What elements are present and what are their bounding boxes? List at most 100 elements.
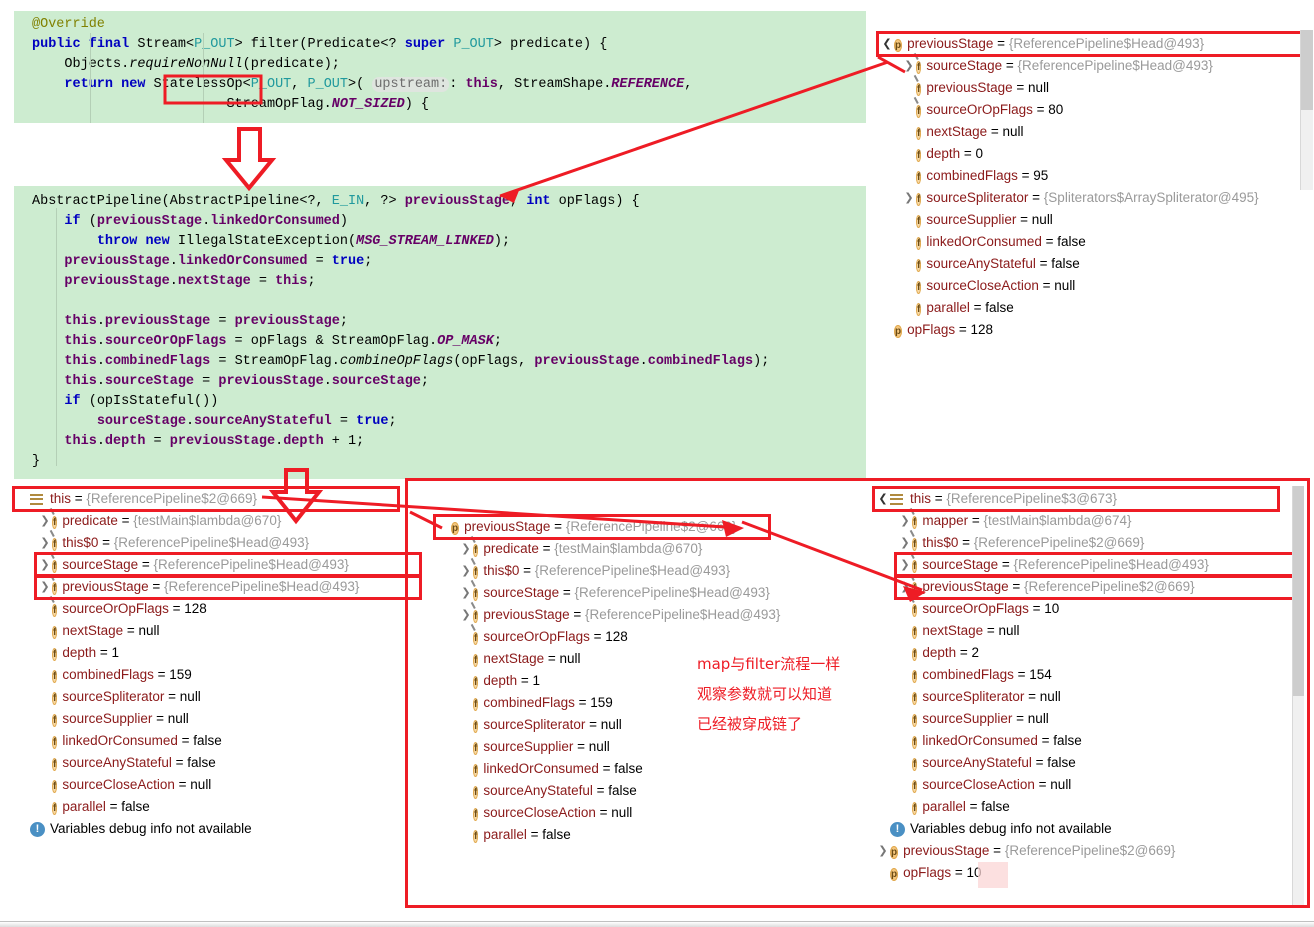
equals-sign: = bbox=[955, 322, 971, 337]
variable-row[interactable]: ❯ f sourceStage = {ReferencePipeline$Head@… bbox=[876, 550, 1276, 576]
variable-row[interactable]: this = {ReferencePipeline$2@669} bbox=[16, 488, 396, 510]
variable-row[interactable]: ❯ f predicate = {testMain$lambda@670} bbox=[437, 534, 767, 560]
variable-row[interactable]: f parallel = false bbox=[880, 297, 1305, 319]
variable-row[interactable]: f linkedOrConsumed = false bbox=[876, 730, 1276, 752]
variable-row[interactable]: f sourceSpliterator = null bbox=[16, 686, 396, 708]
variable-row[interactable]: ❯ f predicate = {testMain$lambda@670} bbox=[16, 506, 396, 532]
variable-value: {testMain$lambda@674} bbox=[983, 513, 1132, 528]
variable-row[interactable]: ❮ p previousStage = {ReferencePipeline$Hea… bbox=[880, 33, 1305, 55]
variable-name: combinedFlags bbox=[62, 667, 154, 682]
chevron-right-icon[interactable]: ❯ bbox=[876, 840, 890, 862]
chevron-right-icon[interactable]: ❯ bbox=[898, 510, 912, 532]
chevron-right-icon[interactable]: ❯ bbox=[902, 187, 916, 209]
variable-name: parallel bbox=[922, 799, 966, 814]
variable-row[interactable]: f sourceSupplier = null bbox=[876, 708, 1276, 730]
variable-row[interactable]: f sourceSupplier = null bbox=[437, 736, 767, 758]
variable-row[interactable]: f linkedOrConsumed = false bbox=[880, 231, 1305, 253]
chevron-right-icon[interactable]: ❯ bbox=[38, 510, 52, 532]
chevron-right-icon[interactable]: ❯ bbox=[898, 554, 912, 576]
variable-row[interactable]: ❯ f previousStage = {ReferencePipeline$Hea… bbox=[437, 600, 780, 626]
variable-row[interactable]: ❯ f sourceStage = {ReferencePipeline$Head@… bbox=[437, 578, 770, 604]
variable-row[interactable]: ❯ f this$0 = {ReferencePipeline$Head@493} bbox=[16, 528, 396, 554]
variable-row[interactable]: f sourceAnyStateful = false bbox=[437, 780, 767, 802]
variable-row[interactable]: p opFlags = 10 bbox=[876, 862, 1276, 884]
variable-row[interactable]: f combinedFlags = 154 bbox=[876, 664, 1276, 686]
chevron-down-icon[interactable]: ❮ bbox=[880, 33, 894, 55]
field-icon: f bbox=[916, 281, 922, 294]
variable-row[interactable]: f sourceCloseAction = null bbox=[880, 275, 1305, 297]
scrollbar-top-right[interactable] bbox=[1300, 30, 1313, 190]
field-icon: f bbox=[916, 237, 922, 250]
chevron-right-icon[interactable]: ❯ bbox=[459, 560, 473, 582]
equals-sign: = bbox=[1012, 80, 1029, 95]
variable-row[interactable]: ❮ this = {ReferencePipeline$3@673} bbox=[876, 488, 1276, 510]
variable-row[interactable]: p previousStage = {ReferencePipeline$2@66… bbox=[437, 516, 767, 538]
variable-row[interactable]: f parallel = false bbox=[16, 796, 396, 818]
debugger-variables-top-right[interactable]: ❮ p previousStage = {ReferencePipeline$Hea… bbox=[876, 31, 1309, 341]
variable-row[interactable]: f linkedOrConsumed = false bbox=[437, 758, 767, 780]
variable-name: previousStage bbox=[903, 843, 990, 858]
variable-row[interactable]: ❯ f this$0 = {ReferencePipeline$Head@493} bbox=[437, 556, 767, 582]
chevron-right-icon[interactable]: ❯ bbox=[902, 55, 916, 77]
variable-row[interactable]: f nextStage = null bbox=[876, 620, 1276, 642]
chevron-right-icon[interactable]: ❯ bbox=[38, 576, 52, 598]
variable-row[interactable]: ! Variables debug info not available bbox=[16, 818, 396, 840]
variable-row[interactable]: f combinedFlags = 159 bbox=[16, 664, 396, 686]
chevron-down-icon[interactable]: ❮ bbox=[876, 488, 890, 510]
chevron-right-icon[interactable]: ❯ bbox=[459, 538, 473, 560]
debugger-variables-bottom-left[interactable]: this = {ReferencePipeline$2@669} ❯ f predic… bbox=[12, 486, 422, 840]
parameter-icon: p bbox=[894, 39, 903, 52]
variable-value: 154 bbox=[1029, 667, 1052, 682]
variable-row[interactable]: f sourceOrOpFlags = 128 bbox=[16, 594, 396, 620]
variable-row[interactable]: f parallel = false bbox=[876, 796, 1276, 818]
variable-value: false bbox=[1053, 733, 1082, 748]
chevron-right-icon[interactable]: ❯ bbox=[38, 532, 52, 554]
variable-row[interactable]: f sourceCloseAction = null bbox=[437, 802, 767, 824]
scrollbar-thumb[interactable] bbox=[1293, 486, 1304, 696]
variable-row[interactable]: ❯ f this$0 = {ReferencePipeline$2@669} bbox=[876, 528, 1276, 554]
object-icon bbox=[890, 493, 905, 506]
variable-row[interactable]: f sourceOrOpFlags = 128 bbox=[437, 622, 767, 648]
variable-row[interactable]: ! Variables debug info not available bbox=[876, 818, 1276, 840]
variable-row[interactable]: f parallel = false bbox=[437, 824, 767, 846]
variable-row[interactable]: f depth = 0 bbox=[880, 143, 1305, 165]
variable-row[interactable]: f sourceSupplier = null bbox=[16, 708, 396, 730]
variable-row[interactable]: ❯ f previousStage = {ReferencePipeline$Hea… bbox=[16, 572, 396, 598]
variable-row[interactable]: f sourceSpliterator = null bbox=[876, 686, 1276, 708]
variable-row[interactable]: ❯ f sourceStage = {ReferencePipeline$Head@… bbox=[16, 550, 396, 576]
variable-name: opFlags bbox=[907, 322, 956, 337]
debugger-variables-bottom-middle[interactable]: p previousStage = {ReferencePipeline$2@66… bbox=[433, 514, 780, 846]
indent-guide bbox=[90, 33, 91, 123]
chevron-right-icon[interactable]: ❯ bbox=[38, 554, 52, 576]
debugger-variables-bottom-right[interactable]: ❮ this = {ReferencePipeline$3@673} ❯ f mappe… bbox=[872, 486, 1302, 884]
variable-row[interactable]: f sourceOrOpFlags = 10 bbox=[876, 594, 1276, 620]
variable-row[interactable]: f sourceCloseAction = null bbox=[16, 774, 396, 796]
variable-row[interactable]: f nextStage = null bbox=[880, 121, 1305, 143]
variable-row[interactable]: ❯ f previousStage = {ReferencePipeline$2@6… bbox=[876, 572, 1276, 598]
chevron-right-icon[interactable]: ❯ bbox=[459, 604, 473, 626]
chevron-right-icon[interactable]: ❯ bbox=[898, 576, 912, 598]
chevron-right-icon[interactable]: ❯ bbox=[459, 582, 473, 604]
variable-row[interactable]: f depth = 2 bbox=[876, 642, 1276, 664]
variable-row[interactable]: f linkedOrConsumed = false bbox=[16, 730, 396, 752]
variable-row[interactable]: f depth = 1 bbox=[16, 642, 396, 664]
variable-row[interactable]: f nextStage = null bbox=[16, 620, 396, 642]
scrollbar-thumb[interactable] bbox=[1301, 30, 1313, 110]
variable-row[interactable]: f sourceCloseAction = null bbox=[876, 774, 1276, 796]
variable-row[interactable]: f sourceAnyStateful = false bbox=[880, 253, 1305, 275]
variable-row[interactable]: f sourceAnyStateful = false bbox=[876, 752, 1276, 774]
variable-row[interactable]: f sourceOrOpFlags = 80 bbox=[880, 95, 1305, 121]
variable-row[interactable]: ❯ f mapper = {testMain$lambda@674} bbox=[876, 506, 1276, 532]
variable-row[interactable]: ❯ f sourceStage = {ReferencePipeline$Head@… bbox=[880, 51, 1305, 77]
variable-row[interactable]: p opFlags = 128 bbox=[880, 319, 1305, 341]
variable-row[interactable]: f combinedFlags = 95 bbox=[880, 165, 1305, 187]
field-icon: f bbox=[912, 648, 918, 661]
variable-row[interactable]: f sourceSupplier = null bbox=[880, 209, 1305, 231]
variable-row[interactable]: f sourceAnyStateful = false bbox=[16, 752, 396, 774]
variable-row[interactable]: ❯ f sourceSpliterator = {Spliterators$Arra… bbox=[880, 187, 1305, 209]
chevron-right-icon[interactable]: ❯ bbox=[898, 532, 912, 554]
variable-row[interactable]: ❯ p previousStage = {ReferencePipeline$2@6… bbox=[876, 840, 1276, 862]
scrollbar-bottom-right[interactable] bbox=[1292, 486, 1304, 906]
equals-sign: = bbox=[589, 629, 606, 644]
variable-row[interactable]: f previousStage = null bbox=[880, 73, 1305, 99]
